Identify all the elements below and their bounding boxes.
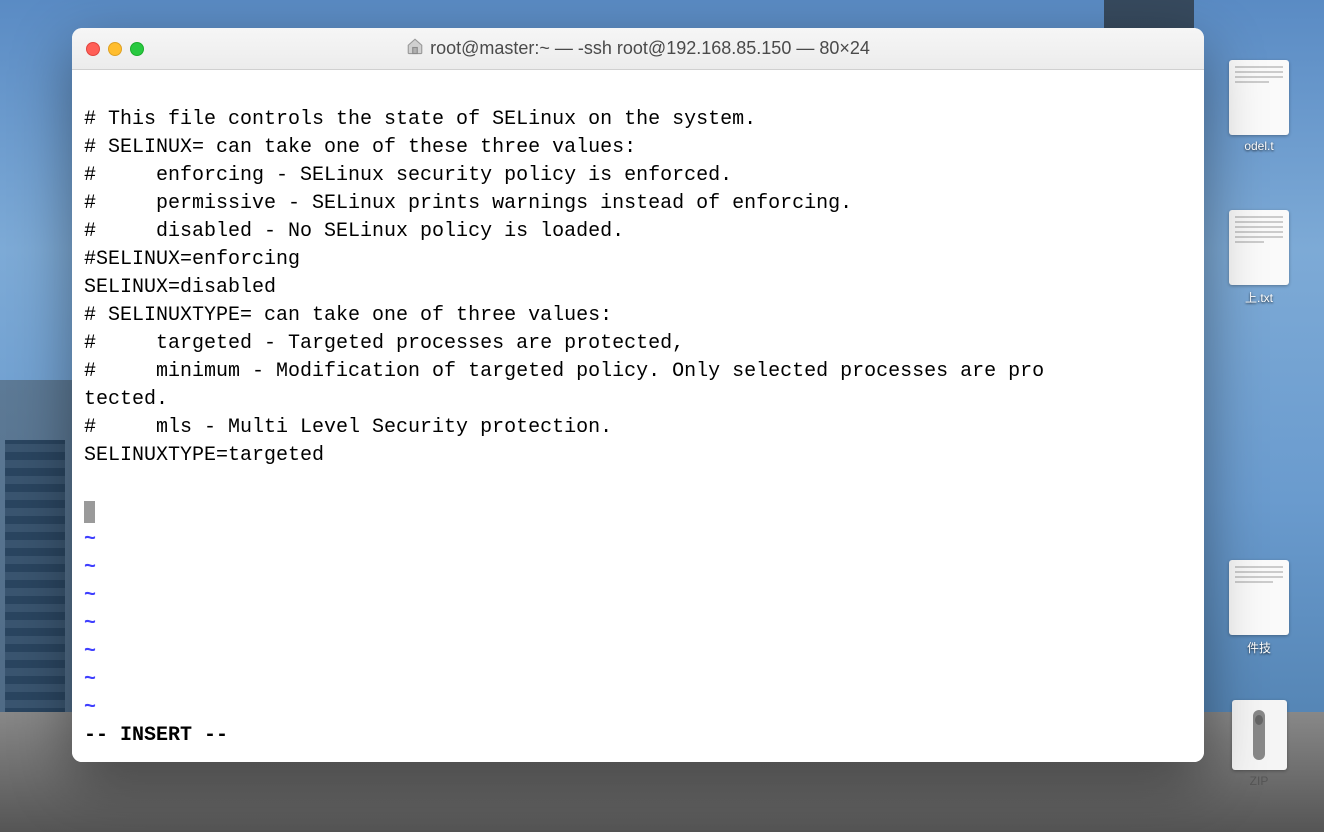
terminal-line: # mls - Multi Level Security protection. — [84, 414, 1192, 442]
terminal-line: SELINUX=disabled — [84, 274, 1192, 302]
file-label: ZIP — [1224, 774, 1294, 788]
file-label: 件技 — [1224, 639, 1294, 656]
terminal-line: #SELINUX=enforcing — [84, 246, 1192, 274]
terminal-line: SELINUXTYPE=targeted — [84, 442, 1192, 470]
terminal-line — [84, 78, 1192, 106]
terminal-window: root@master:~ — -ssh root@192.168.85.150… — [72, 28, 1204, 762]
text-file-icon — [1229, 60, 1289, 135]
vim-empty-line-marker: ~ — [84, 554, 1192, 582]
terminal-line: # SELINUX= can take one of these three v… — [84, 134, 1192, 162]
file-label: odel.t — [1224, 139, 1294, 153]
traffic-lights — [72, 42, 144, 56]
terminal-line: # minimum - Modification of targeted pol… — [84, 358, 1192, 386]
desktop-file-item[interactable]: ZIP — [1224, 700, 1294, 788]
desktop-file-item[interactable]: odel.t — [1224, 60, 1294, 153]
window-titlebar[interactable]: root@master:~ — -ssh root@192.168.85.150… — [72, 28, 1204, 70]
terminal-content[interactable]: # This file controls the state of SELinu… — [72, 70, 1204, 762]
zoom-button[interactable] — [130, 42, 144, 56]
vim-mode-status: -- INSERT -- — [84, 722, 1192, 750]
close-button[interactable] — [86, 42, 100, 56]
terminal-line: tected. — [84, 386, 1192, 414]
minimize-button[interactable] — [108, 42, 122, 56]
vim-empty-line-marker: ~ — [84, 694, 1192, 722]
home-icon — [406, 37, 424, 60]
terminal-line: # This file controls the state of SELinu… — [84, 106, 1192, 134]
window-title: root@master:~ — -ssh root@192.168.85.150… — [72, 37, 1204, 60]
terminal-line — [84, 470, 1192, 498]
file-label: 上.txt — [1224, 289, 1294, 306]
vim-empty-line-marker: ~ — [84, 526, 1192, 554]
vim-empty-line-marker: ~ — [84, 610, 1192, 638]
terminal-line: # permissive - SELinux prints warnings i… — [84, 190, 1192, 218]
terminal-line: # enforcing - SELinux security policy is… — [84, 162, 1192, 190]
desktop-file-item[interactable]: 件技 — [1224, 560, 1294, 656]
zip-file-icon — [1232, 700, 1287, 770]
cursor — [84, 501, 95, 523]
terminal-line: # SELINUXTYPE= can take one of three val… — [84, 302, 1192, 330]
terminal-line: # targeted - Targeted processes are prot… — [84, 330, 1192, 358]
terminal-line: # disabled - No SELinux policy is loaded… — [84, 218, 1192, 246]
text-file-icon — [1229, 560, 1289, 635]
vim-empty-line-marker: ~ — [84, 582, 1192, 610]
window-title-text: root@master:~ — -ssh root@192.168.85.150… — [430, 38, 870, 59]
text-file-icon — [1229, 210, 1289, 285]
desktop-file-item[interactable]: 上.txt — [1224, 210, 1294, 306]
vim-empty-line-marker: ~ — [84, 666, 1192, 694]
vim-empty-line-marker: ~ — [84, 638, 1192, 666]
